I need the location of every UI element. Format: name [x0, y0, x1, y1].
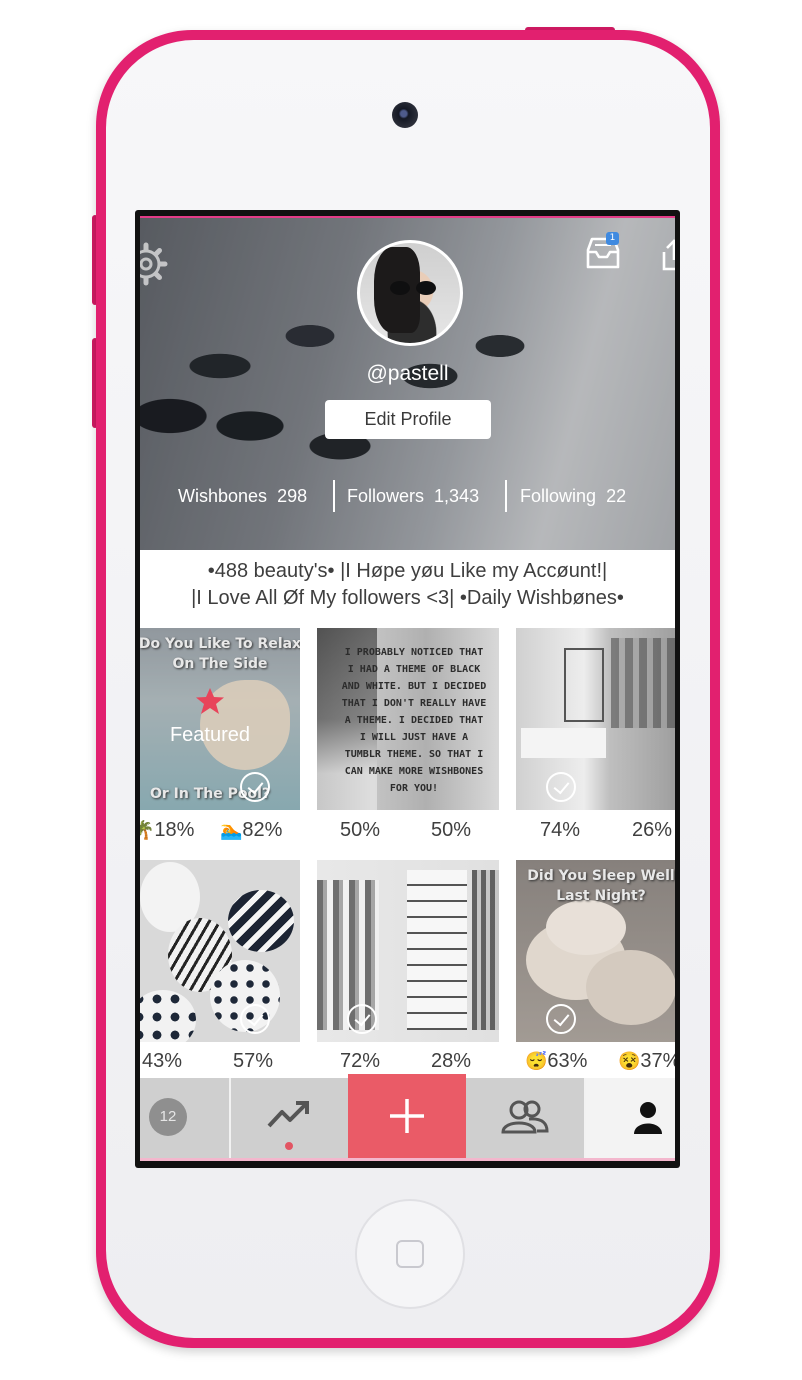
desk	[521, 728, 606, 758]
stat-divider	[505, 480, 507, 512]
bio-line-1: •488 beauty's• |I Høpe yøu Like my Accøu…	[207, 560, 608, 582]
post-6-left-pct: 😴63%	[525, 1050, 587, 1073]
username: @pastell	[366, 362, 449, 385]
inbox-badge: 1	[606, 232, 619, 245]
closet-side	[472, 870, 499, 1030]
stat-following-label: Following	[520, 486, 597, 506]
tab-trending[interactable]	[231, 1078, 348, 1158]
profile-bio: •488 beauty's• |I Høpe yøu Like my Accøu…	[140, 558, 675, 612]
avatar-sunglasses	[390, 281, 438, 295]
swimmer-icon: 🏊	[220, 820, 243, 840]
stat-followers-label: Followers	[347, 486, 425, 506]
check-icon[interactable]	[240, 1004, 270, 1034]
post-tile-5[interactable]	[317, 860, 499, 1042]
bio-line-2: |I Love All Øf My followers <3| •Daily W…	[191, 587, 624, 609]
stat-wishbones-label: Wishbones	[178, 486, 268, 506]
post-tile-6[interactable]: Did You Sleep Well Last Night?	[516, 860, 675, 1042]
post-5-right-pct: 28%	[431, 1050, 472, 1072]
add-wishbone-button[interactable]	[348, 1074, 466, 1158]
post-4-right-pct: 57%	[233, 1050, 274, 1072]
stat-following-count: 22	[606, 486, 627, 506]
stat-divider	[333, 480, 335, 512]
wall-frame	[564, 648, 604, 722]
top-accent-line	[140, 216, 675, 218]
post-tile-4[interactable]	[140, 860, 300, 1042]
tab-profile[interactable]	[586, 1078, 675, 1158]
notifications-count-badge: 12	[149, 1098, 187, 1136]
stat-followers[interactable]: Followers 1,343	[347, 486, 479, 507]
home-square-icon	[396, 1240, 424, 1268]
stat-followers-count: 1,343	[434, 486, 480, 506]
post-5-left-pct: 72%	[340, 1050, 381, 1072]
post-6-right-pct: 😵37%	[618, 1050, 675, 1073]
dizzy-face-icon: 😵	[618, 1051, 641, 1071]
plus-icon	[390, 1099, 424, 1133]
screen: 1 @pastell Edit Profile Wishbones 298 Fo…	[135, 210, 680, 1168]
stat-wishbones[interactable]: Wishbones 298	[178, 486, 307, 507]
post-6-left-value: 63%	[547, 1050, 588, 1072]
check-icon[interactable]	[546, 1004, 576, 1034]
post-tile-3[interactable]	[516, 628, 675, 810]
post-1-right-value: 82%	[242, 819, 283, 841]
tab-notifications[interactable]: 12	[140, 1078, 229, 1158]
post-caption: I PROBABLY NOTICED THAT I HAD A THEME OF…	[341, 647, 487, 794]
star-icon	[196, 688, 224, 714]
post-2-right-pct: 50%	[431, 819, 472, 841]
post-tile-1[interactable]: Do You Like To Relax On The Side Feature…	[140, 628, 300, 810]
profile-stats: Wishbones 298 Followers 1,343 Following …	[140, 478, 675, 514]
check-icon[interactable]	[240, 772, 270, 802]
home-button[interactable]	[355, 1199, 465, 1309]
post-6-right-value: 37%	[640, 1050, 675, 1072]
post-tile-2[interactable]: I PROBABLY NOTICED THAT I HAD A THEME OF…	[317, 628, 499, 810]
people-icon	[501, 1100, 549, 1134]
check-icon[interactable]	[546, 772, 576, 802]
post-1-right-pct: 🏊82%	[220, 819, 282, 842]
bottom-accent-line	[140, 1158, 675, 1161]
post-3-left-pct: 74%	[540, 819, 581, 841]
share-icon[interactable]	[662, 238, 675, 272]
check-icon[interactable]	[347, 1004, 377, 1034]
post-2-left-pct: 50%	[340, 819, 381, 841]
post-1-left-pct: 🌴18%	[140, 819, 194, 842]
egg	[228, 890, 294, 952]
closet-shelves	[407, 870, 467, 1030]
featured-label: Featured	[169, 724, 251, 746]
gear-icon[interactable]	[140, 242, 168, 286]
user-icon	[634, 1102, 662, 1134]
post-1-left-value: 18%	[154, 819, 195, 841]
active-dot	[285, 1142, 293, 1150]
stat-following[interactable]: Following 22	[520, 486, 626, 507]
stat-wishbones-count: 298	[277, 486, 308, 506]
trending-icon	[267, 1101, 309, 1128]
egg	[140, 990, 196, 1042]
post-4-left-pct: 43%	[142, 1050, 183, 1072]
tab-friends[interactable]	[466, 1078, 584, 1158]
tab-bar: 12	[140, 1074, 675, 1161]
photo-wall	[611, 638, 675, 728]
sleepy-face-icon: 😴	[525, 1051, 548, 1071]
profile-header: 1 @pastell Edit Profile Wishbones 298 Fo…	[140, 216, 675, 550]
avatar[interactable]	[357, 240, 463, 346]
post-caption-top: Did You Sleep Well Last Night?	[527, 868, 675, 904]
edit-profile-button[interactable]: Edit Profile	[325, 400, 491, 439]
front-camera	[392, 102, 418, 128]
post-3-right-pct: 26%	[632, 819, 673, 841]
post-caption-top: Do You Like To Relax On The Side	[140, 636, 300, 672]
app-viewport: 1 @pastell Edit Profile Wishbones 298 Fo…	[140, 216, 675, 1161]
palm-tree-icon: 🌴	[140, 820, 155, 840]
